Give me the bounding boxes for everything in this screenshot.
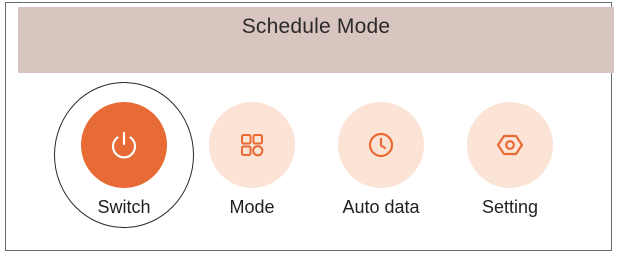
control-bar: Switch Mode Auto data Setting <box>0 0 621 256</box>
hexagon-settings-icon <box>496 134 524 156</box>
switch-label: Switch <box>97 197 151 217</box>
clock-icon <box>368 132 394 158</box>
auto-data-circle[interactable] <box>338 102 424 188</box>
auto-data-button[interactable]: Auto data <box>331 102 431 217</box>
switch-button[interactable]: Switch <box>74 102 174 217</box>
auto-data-label: Auto data <box>342 197 420 217</box>
setting-button[interactable]: Setting <box>460 102 560 217</box>
setting-circle[interactable] <box>467 102 553 188</box>
mode-button[interactable]: Mode <box>202 102 302 217</box>
switch-circle[interactable] <box>81 102 167 188</box>
mode-circle[interactable] <box>209 102 295 188</box>
power-icon <box>111 131 137 159</box>
setting-label: Setting <box>481 197 539 217</box>
mode-label: Mode <box>229 197 275 217</box>
grid-icon <box>241 134 264 157</box>
